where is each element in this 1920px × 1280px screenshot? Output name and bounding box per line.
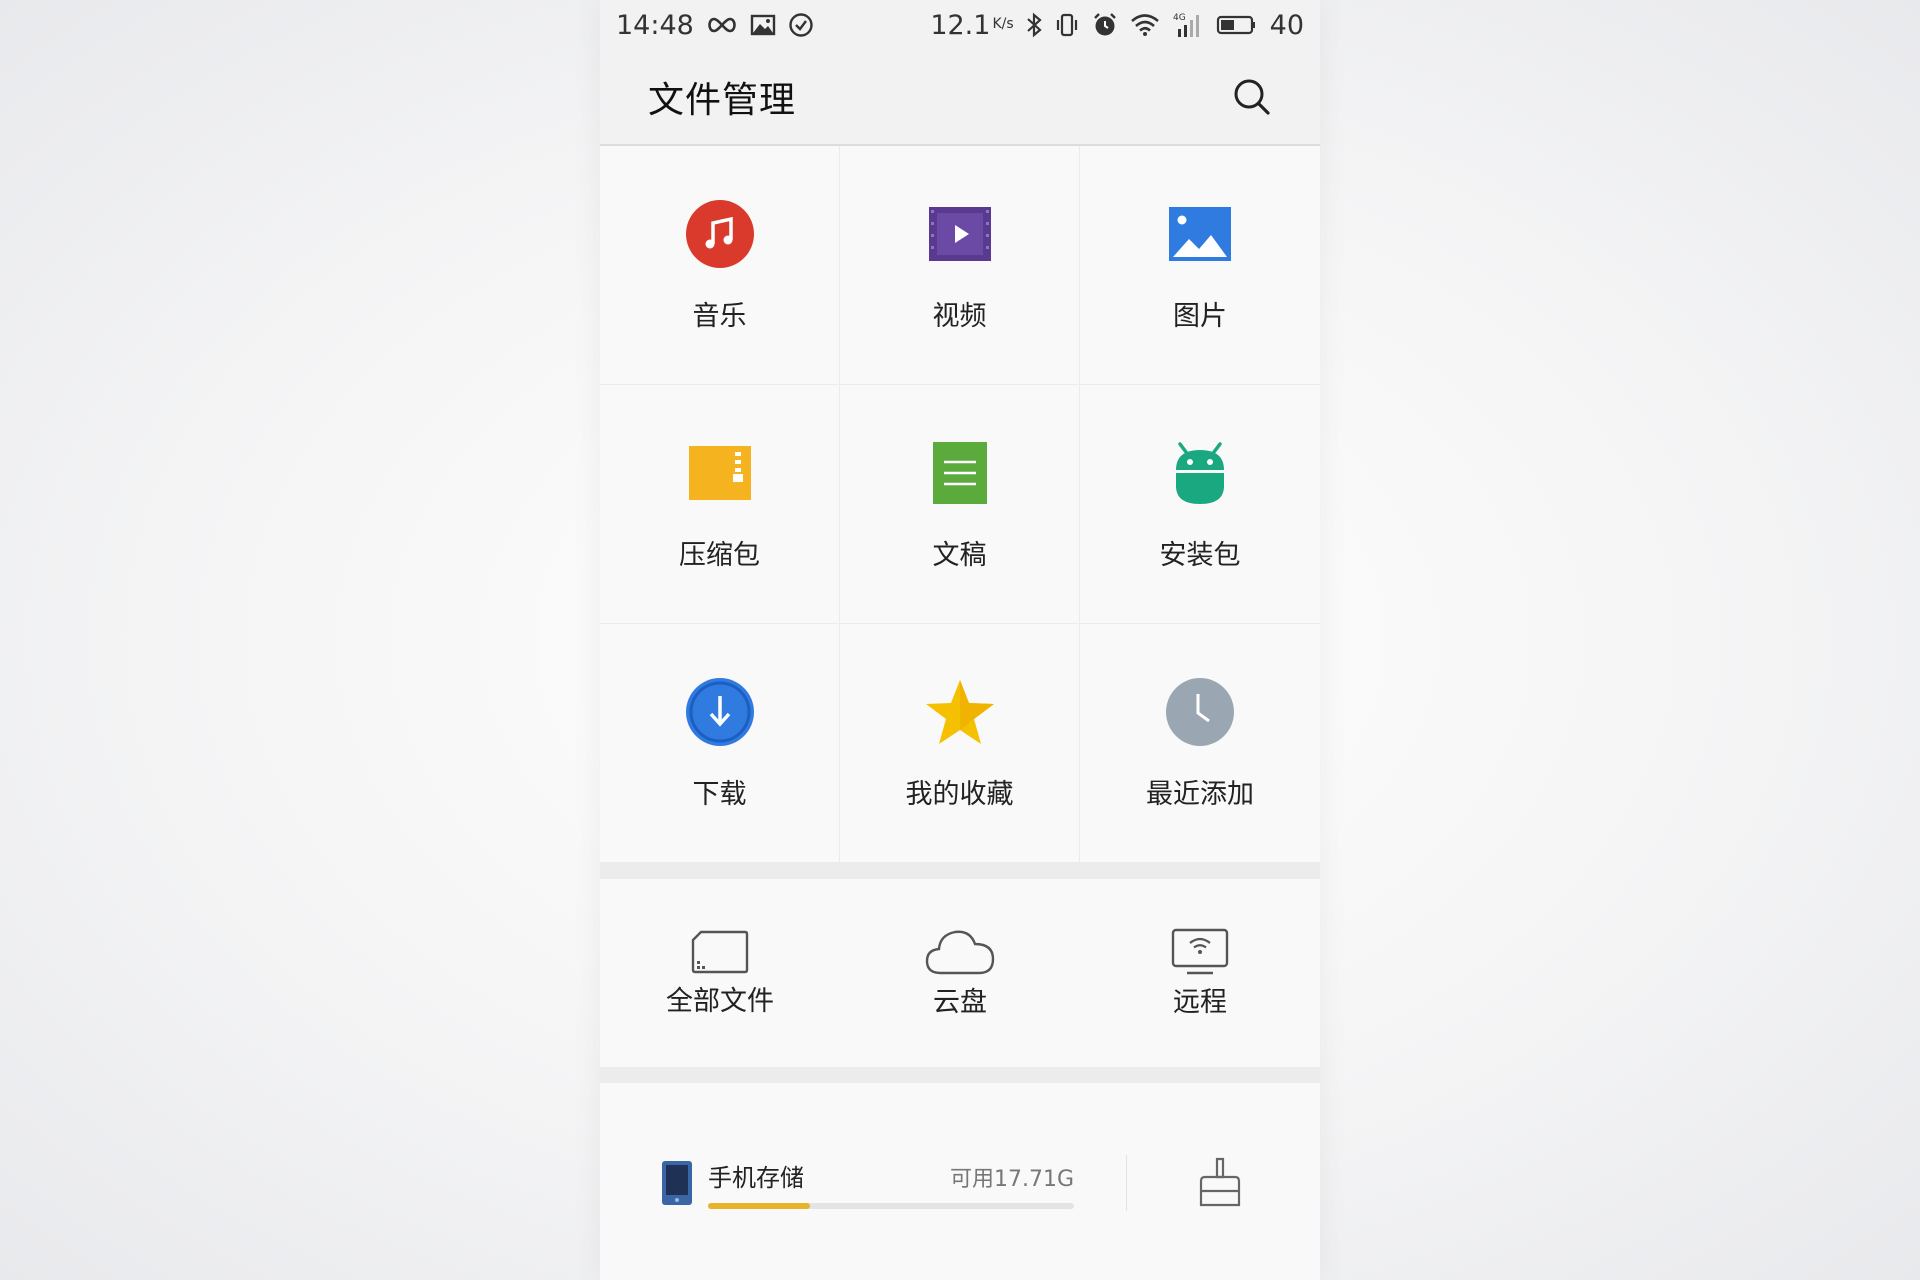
category-apk[interactable]: 安装包 — [1080, 385, 1320, 624]
category-label: 压缩包 — [679, 540, 760, 571]
category-label: 我的收藏 — [905, 779, 1014, 810]
network-speed-unit: K/s — [992, 15, 1014, 32]
download-icon — [685, 678, 754, 746]
android-icon — [1176, 442, 1224, 504]
status-bar: 14:48 12.1 K/s 4G 40 — [600, 0, 1320, 50]
category-music[interactable]: 音乐 — [600, 146, 840, 385]
network-speed-value: 12.1 — [930, 9, 991, 41]
entry-remote[interactable]: 远程 — [1080, 879, 1320, 1067]
archive-icon — [688, 446, 751, 500]
sd-card-icon — [691, 930, 749, 973]
category-label: 视频 — [932, 301, 987, 332]
storage-row: 手机存储 可用17.71G — [708, 1158, 1074, 1193]
entry-cloud[interactable]: 云盘 — [840, 879, 1080, 1067]
document-icon — [932, 442, 987, 504]
search-icon — [1234, 79, 1270, 115]
app-header: 文件管理 — [600, 50, 1320, 146]
search-button[interactable] — [1232, 77, 1272, 117]
image-icon — [750, 14, 776, 36]
page-title: 文件管理 — [648, 80, 797, 121]
battery-icon — [1216, 14, 1258, 36]
clock-icon — [1166, 678, 1234, 746]
category-picture[interactable]: 图片 — [1080, 146, 1320, 385]
network-type: 4G — [1173, 13, 1186, 23]
entry-label: 全部文件 — [666, 985, 774, 1017]
music-icon — [685, 200, 754, 268]
infinity-icon — [706, 15, 738, 35]
category-label: 下载 — [692, 779, 747, 810]
storage-free: 可用17.71G — [949, 1166, 1074, 1192]
status-bar-left: 14:48 — [616, 10, 814, 41]
broom-icon — [1199, 1157, 1241, 1207]
category-favorites[interactable]: 我的收藏 — [840, 624, 1080, 863]
remote-screen-icon — [1171, 928, 1229, 974]
entry-label: 远程 — [1173, 986, 1227, 1018]
entry-label: 云盘 — [933, 986, 987, 1018]
cloud-icon — [925, 930, 995, 974]
battery-level: 40 — [1269, 9, 1304, 41]
storage-entries: 全部文件 云盘 远程 — [600, 879, 1320, 1067]
bluetooth-icon — [1026, 12, 1042, 38]
storage-panel: 手机存储 可用17.71G — [600, 1083, 1320, 1280]
vibrate-icon — [1054, 13, 1080, 37]
check-circle-icon — [788, 12, 814, 38]
section-divider — [600, 863, 1320, 879]
signal-icon: 4G — [1172, 11, 1204, 39]
section-divider — [600, 1067, 1320, 1083]
phone-storage-item[interactable]: 手机存储 可用17.71G — [662, 1158, 1074, 1209]
phone-storage-icon — [662, 1161, 692, 1205]
category-label: 安装包 — [1159, 540, 1241, 571]
storage-usage-bar — [708, 1202, 1074, 1209]
category-archive[interactable]: 压缩包 — [600, 385, 840, 624]
category-document[interactable]: 文稿 — [840, 385, 1080, 624]
clean-button[interactable] — [1199, 1157, 1241, 1209]
star-icon — [925, 680, 994, 744]
entry-all-files[interactable]: 全部文件 — [600, 879, 840, 1067]
category-video[interactable]: 视频 — [840, 146, 1080, 385]
category-label: 最近添加 — [1146, 779, 1254, 810]
alarm-icon — [1092, 12, 1118, 38]
category-label: 文稿 — [932, 540, 987, 571]
storage-info: 手机存储 可用17.71G — [708, 1158, 1074, 1209]
category-label: 音乐 — [692, 301, 747, 332]
category-label: 图片 — [1173, 301, 1227, 332]
storage-name: 手机存储 — [708, 1163, 804, 1192]
status-bar-right: 12.1 K/s 4G 40 — [930, 10, 1304, 41]
wifi-icon — [1130, 13, 1160, 37]
picture-icon — [1169, 207, 1231, 261]
status-time: 14:48 — [616, 9, 694, 41]
storage-divider — [1126, 1155, 1127, 1211]
category-recent[interactable]: 最近添加 — [1080, 624, 1320, 863]
phone-screen: 14:48 12.1 K/s 4G 40 文件管理 音乐 视频 图片 压缩包 文… — [600, 0, 1320, 1280]
category-download[interactable]: 下载 — [600, 624, 840, 863]
video-icon — [928, 207, 991, 261]
category-grid: 音乐 视频 图片 压缩包 文稿 安装包 下载 我的收藏 最近添加 — [600, 146, 1320, 863]
storage-usage-fill — [708, 1202, 811, 1209]
network-speed: 12.1 K/s — [930, 10, 1013, 41]
